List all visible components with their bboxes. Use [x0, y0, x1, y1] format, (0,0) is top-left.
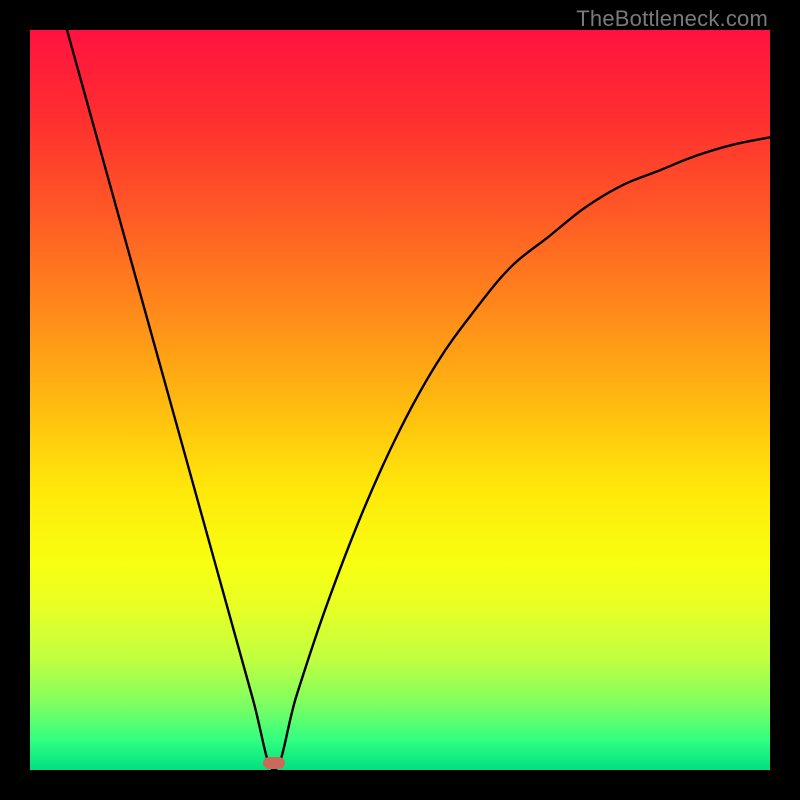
watermark-text: TheBottleneck.com [576, 6, 768, 32]
plot-area [30, 30, 770, 770]
bottleneck-curve [67, 30, 770, 770]
chart-frame: TheBottleneck.com [0, 0, 800, 800]
optimal-point-marker [263, 757, 285, 769]
curve-svg [30, 30, 770, 770]
